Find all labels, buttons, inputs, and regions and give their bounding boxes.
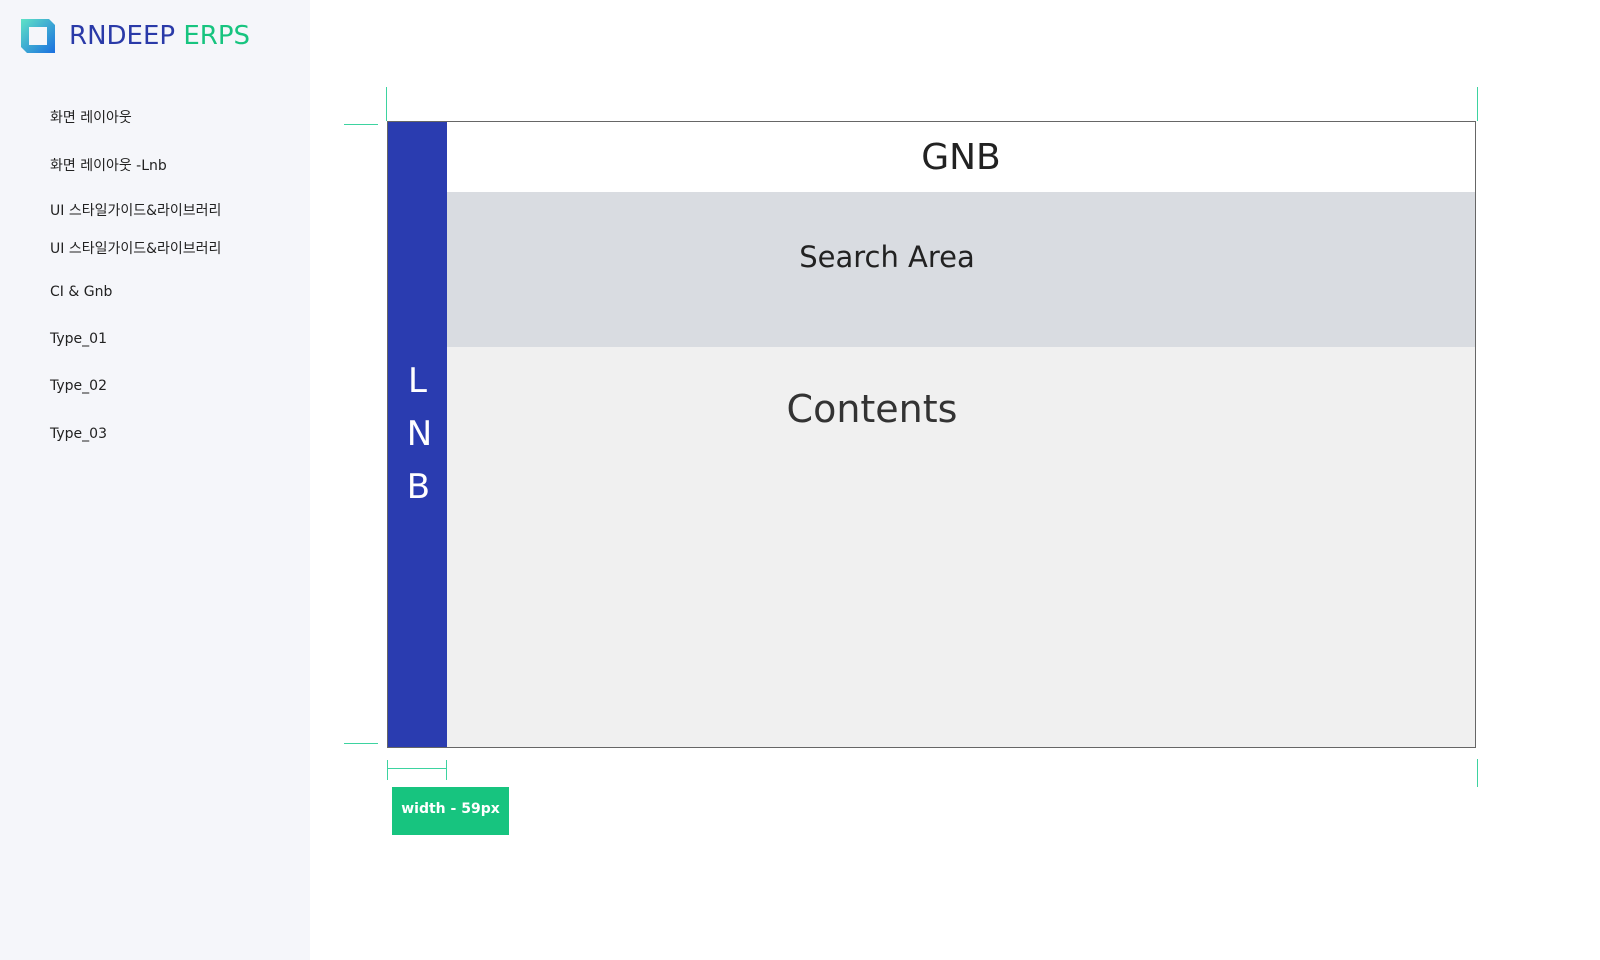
guide-line-bottom-right: [1477, 759, 1478, 787]
gnb-area: GNB: [447, 122, 1475, 192]
gnb-label: GNB: [921, 136, 1001, 178]
contents-label: Contents: [786, 387, 958, 431]
guide-tick-right: [446, 760, 447, 780]
width-badge: width - 59px: [392, 787, 509, 835]
layout-frame: LNB GNB Search Area Contents: [387, 121, 1476, 748]
lnb-label: LNB: [406, 361, 433, 507]
search-area: Search Area: [447, 192, 1475, 347]
guide-line-left-top: [344, 124, 378, 125]
guide-line-top-right: [1477, 87, 1478, 121]
contents-area: Contents: [447, 347, 1475, 747]
layout-diagram: LNB GNB Search Area Contents width - 59p…: [0, 0, 1600, 960]
search-area-label: Search Area: [799, 240, 975, 274]
guide-tick-left: [387, 760, 388, 780]
guide-line-left-bottom: [344, 743, 378, 744]
lnb-panel: LNB: [388, 122, 447, 747]
guide-line-top-left: [386, 87, 387, 121]
guide-line-width: [387, 768, 447, 769]
